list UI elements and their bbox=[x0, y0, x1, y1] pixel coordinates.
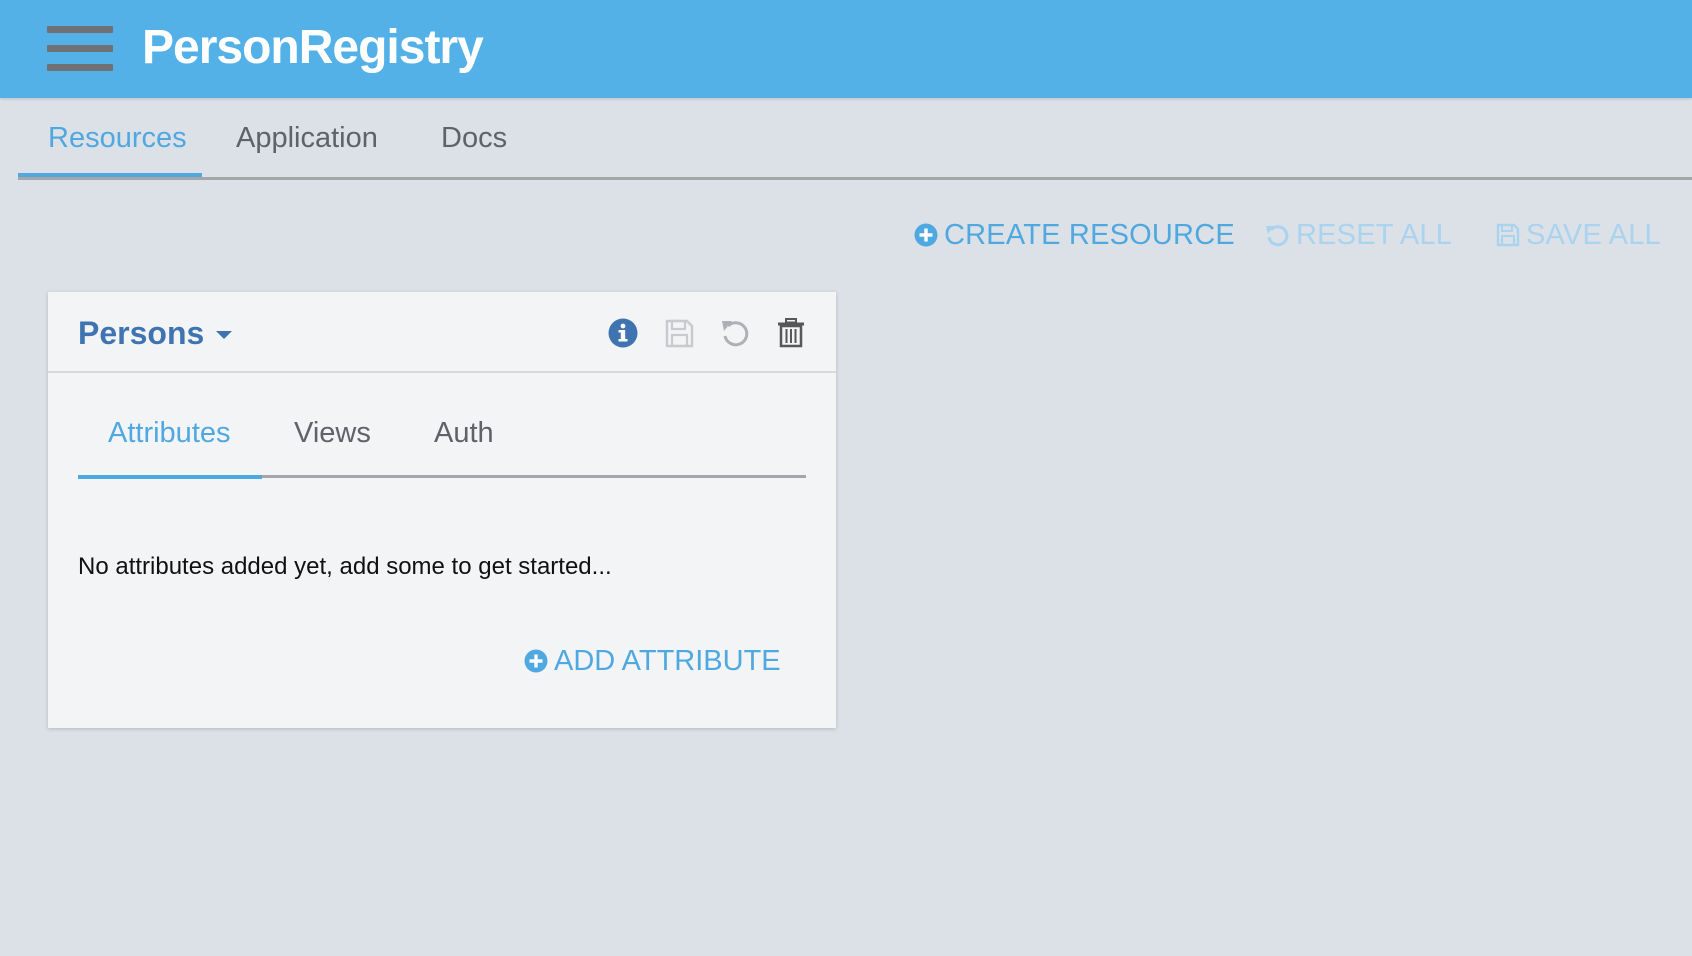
undo-icon[interactable] bbox=[718, 316, 752, 350]
resource-tabs: Attributes Views Auth bbox=[78, 396, 806, 479]
save-all-label: SAVE ALL bbox=[1526, 219, 1661, 251]
active-tab-indicator bbox=[18, 173, 202, 177]
tab-resources[interactable]: Resources bbox=[48, 120, 187, 156]
tab-attributes[interactable]: Attributes bbox=[108, 414, 231, 452]
resource-card-header: Persons bbox=[48, 292, 836, 373]
trash-icon[interactable] bbox=[774, 316, 808, 350]
app-bar: PersonRegistry bbox=[0, 0, 1692, 98]
hamburger-menu-icon[interactable] bbox=[47, 26, 113, 72]
plus-circle-icon bbox=[914, 223, 938, 247]
save-icon[interactable] bbox=[662, 316, 696, 350]
add-attribute-button[interactable]: ADD ATTRIBUTE bbox=[524, 642, 781, 680]
undo-icon bbox=[1266, 225, 1289, 247]
floppy-disk-icon bbox=[1496, 223, 1520, 247]
active-tab-indicator bbox=[78, 475, 262, 479]
main-tabs: Resources Application Docs bbox=[18, 98, 1692, 180]
app-title: PersonRegistry bbox=[142, 21, 484, 74]
reset-all-button[interactable]: RESET ALL bbox=[1264, 216, 1452, 254]
empty-attributes-message: No attributes added yet, add some to get… bbox=[78, 553, 612, 580]
reset-all-label: RESET ALL bbox=[1296, 219, 1453, 251]
add-attribute-label: ADD ATTRIBUTE bbox=[554, 645, 781, 677]
create-resource-label: CREATE RESOURCE bbox=[944, 219, 1235, 251]
info-icon[interactable] bbox=[606, 316, 640, 350]
create-resource-button[interactable]: CREATE RESOURCE bbox=[914, 216, 1235, 254]
resource-name-dropdown[interactable]: Persons bbox=[78, 312, 233, 354]
caret-down-icon bbox=[216, 331, 233, 339]
resource-name: Persons bbox=[78, 315, 205, 351]
save-all-button[interactable]: SAVE ALL bbox=[1496, 216, 1661, 254]
plus-circle-icon bbox=[524, 649, 548, 673]
tab-application[interactable]: Application bbox=[236, 120, 378, 156]
tab-auth[interactable]: Auth bbox=[434, 414, 494, 452]
tab-docs[interactable]: Docs bbox=[441, 120, 507, 156]
resource-card: Persons Attributes Views Auth No attribu… bbox=[48, 292, 836, 728]
tab-views[interactable]: Views bbox=[294, 414, 371, 452]
